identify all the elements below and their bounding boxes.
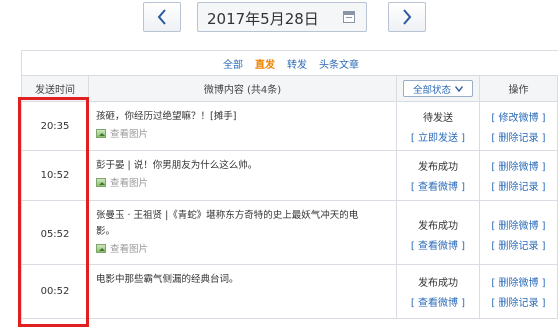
chevron-down-icon [455,85,463,92]
weibo-text: 彭于晏 | 说！你男朋友为什么这么帅。 [96,160,258,171]
weibo-table: 全部 直发 转发 头条文章 发送时间 微博内容 (共4条) 全部状态 操作 20… [21,50,558,327]
delete-record-link[interactable]: [ 删除记录 ] [491,178,545,193]
weibo-text: 电影中那些霸气侧漏的经典台词。 [96,274,239,285]
status-cell: 待发送 [ 立即发送 ] [397,102,480,150]
weibo-content: 孩砸，你经历过绝望嘛？！[摊手] 查看图片 [89,102,397,150]
weibo-content: 彭于晏 | 说！你男朋友为什么这么帅。 查看图片 [89,151,397,200]
status-text: 待发送 [423,112,453,124]
table-header: 发送时间 微博内容 (共4条) 全部状态 操作 [22,76,558,102]
operations-cell: [ 删除微博 ] [ 删除记录 ] [480,265,558,318]
view-weibo-link[interactable]: [ 查看微博 ] [411,178,465,193]
date-picker[interactable]: 2017年5月28日 [197,2,367,32]
view-image-label: 查看图片 [110,178,149,189]
weibo-text: 张曼玉 · 王祖贤 |《青蛇》堪称东方奇特的史上最妖气冲天的电影。 [96,210,359,237]
weibo-text: 孩砸，你经历过绝望嘛？！[摊手] [96,111,237,122]
delete-record-link[interactable]: [ 删除记录 ] [491,237,545,252]
delete-weibo-link[interactable]: [ 删除微博 ] [491,158,545,173]
operations-cell: [ 删除微博 ] [ 删除记录 ] [480,201,558,264]
status-text: 发布成功 [418,162,458,173]
filter-tabs: 全部 直发 转发 头条文章 [22,51,558,76]
highlight-box [18,97,89,327]
status-cell: 发布成功 [ 查看微博 ] [397,201,480,264]
view-image-label: 查看图片 [110,129,149,140]
view-image-link[interactable]: 查看图片 [96,126,396,140]
status-cell: 发布成功 [ 查看微博 ] [397,265,480,318]
delete-weibo-link[interactable]: [ 删除微博 ] [491,274,545,289]
header-content: 微博内容 (共4条) [89,76,397,101]
view-weibo-link[interactable]: [ 查看微博 ] [411,237,465,252]
image-icon [96,128,106,138]
image-icon [96,243,106,253]
filter-original[interactable]: 直发 [255,56,275,71]
operations-cell: [ 删除微博 ] [ 删除记录 ] [480,151,558,200]
filter-all[interactable]: 全部 [223,56,243,71]
delete-record-link[interactable]: [ 删除记录 ] [491,129,545,144]
table-row: 20:35 孩砸，你经历过绝望嘛？！[摊手] 查看图片 待发送 [ 立即发送 ]… [22,102,558,151]
edit-weibo-link[interactable]: [ 修改微博 ] [491,109,545,124]
table-row: 10:52 彭于晏 | 说！你男朋友为什么这么帅。 查看图片 发布成功 [ 查看… [22,151,558,201]
status-cell: 发布成功 [ 查看微博 ] [397,151,480,200]
send-now-link[interactable]: [ 立即发送 ] [411,129,465,144]
view-image-link[interactable]: 查看图片 [96,241,396,255]
view-image-link[interactable]: 查看图片 [96,175,396,189]
status-filter-label: 全部状态 [412,84,451,96]
previous-day-button[interactable] [143,2,181,32]
header-operations: 操作 [480,76,558,101]
weibo-content: 张曼玉 · 王祖贤 |《青蛇》堪称东方奇特的史上最妖气冲天的电影。 查看图片 [89,201,397,264]
table-row: 05:52 张曼玉 · 王祖贤 |《青蛇》堪称东方奇特的史上最妖气冲天的电影。 … [22,201,558,265]
view-weibo-link[interactable]: [ 查看微博 ] [411,294,465,309]
view-image-label: 查看图片 [110,244,149,255]
chevron-right-icon [403,9,412,25]
date-navigation: 2017年5月28日 [0,0,558,40]
status-text: 发布成功 [418,221,458,232]
current-date: 2017年5月28日 [207,10,319,28]
filter-headline-article[interactable]: 头条文章 [319,56,359,71]
status-text: 发布成功 [418,278,458,289]
operations-cell: [ 修改微博 ] [ 删除记录 ] [480,102,558,150]
weibo-content: 电影中那些霸气侧漏的经典台词。 [89,265,397,318]
filter-repost[interactable]: 转发 [287,56,307,71]
table-grid: 发送时间 微博内容 (共4条) 全部状态 操作 20:35 孩砸，你经历过绝望嘛… [22,76,558,319]
calendar-icon[interactable] [343,11,355,23]
next-day-button[interactable] [388,2,426,32]
delete-record-link[interactable]: [ 删除记录 ] [491,294,545,309]
image-icon [96,177,106,187]
delete-weibo-link[interactable]: [ 删除微博 ] [491,217,545,232]
header-status: 全部状态 [397,76,480,101]
status-filter-select[interactable]: 全部状态 [403,80,473,97]
chevron-left-icon [157,9,166,25]
table-row: 00:52 电影中那些霸气侧漏的经典台词。 发布成功 [ 查看微博 ] [ 删除… [22,265,558,319]
